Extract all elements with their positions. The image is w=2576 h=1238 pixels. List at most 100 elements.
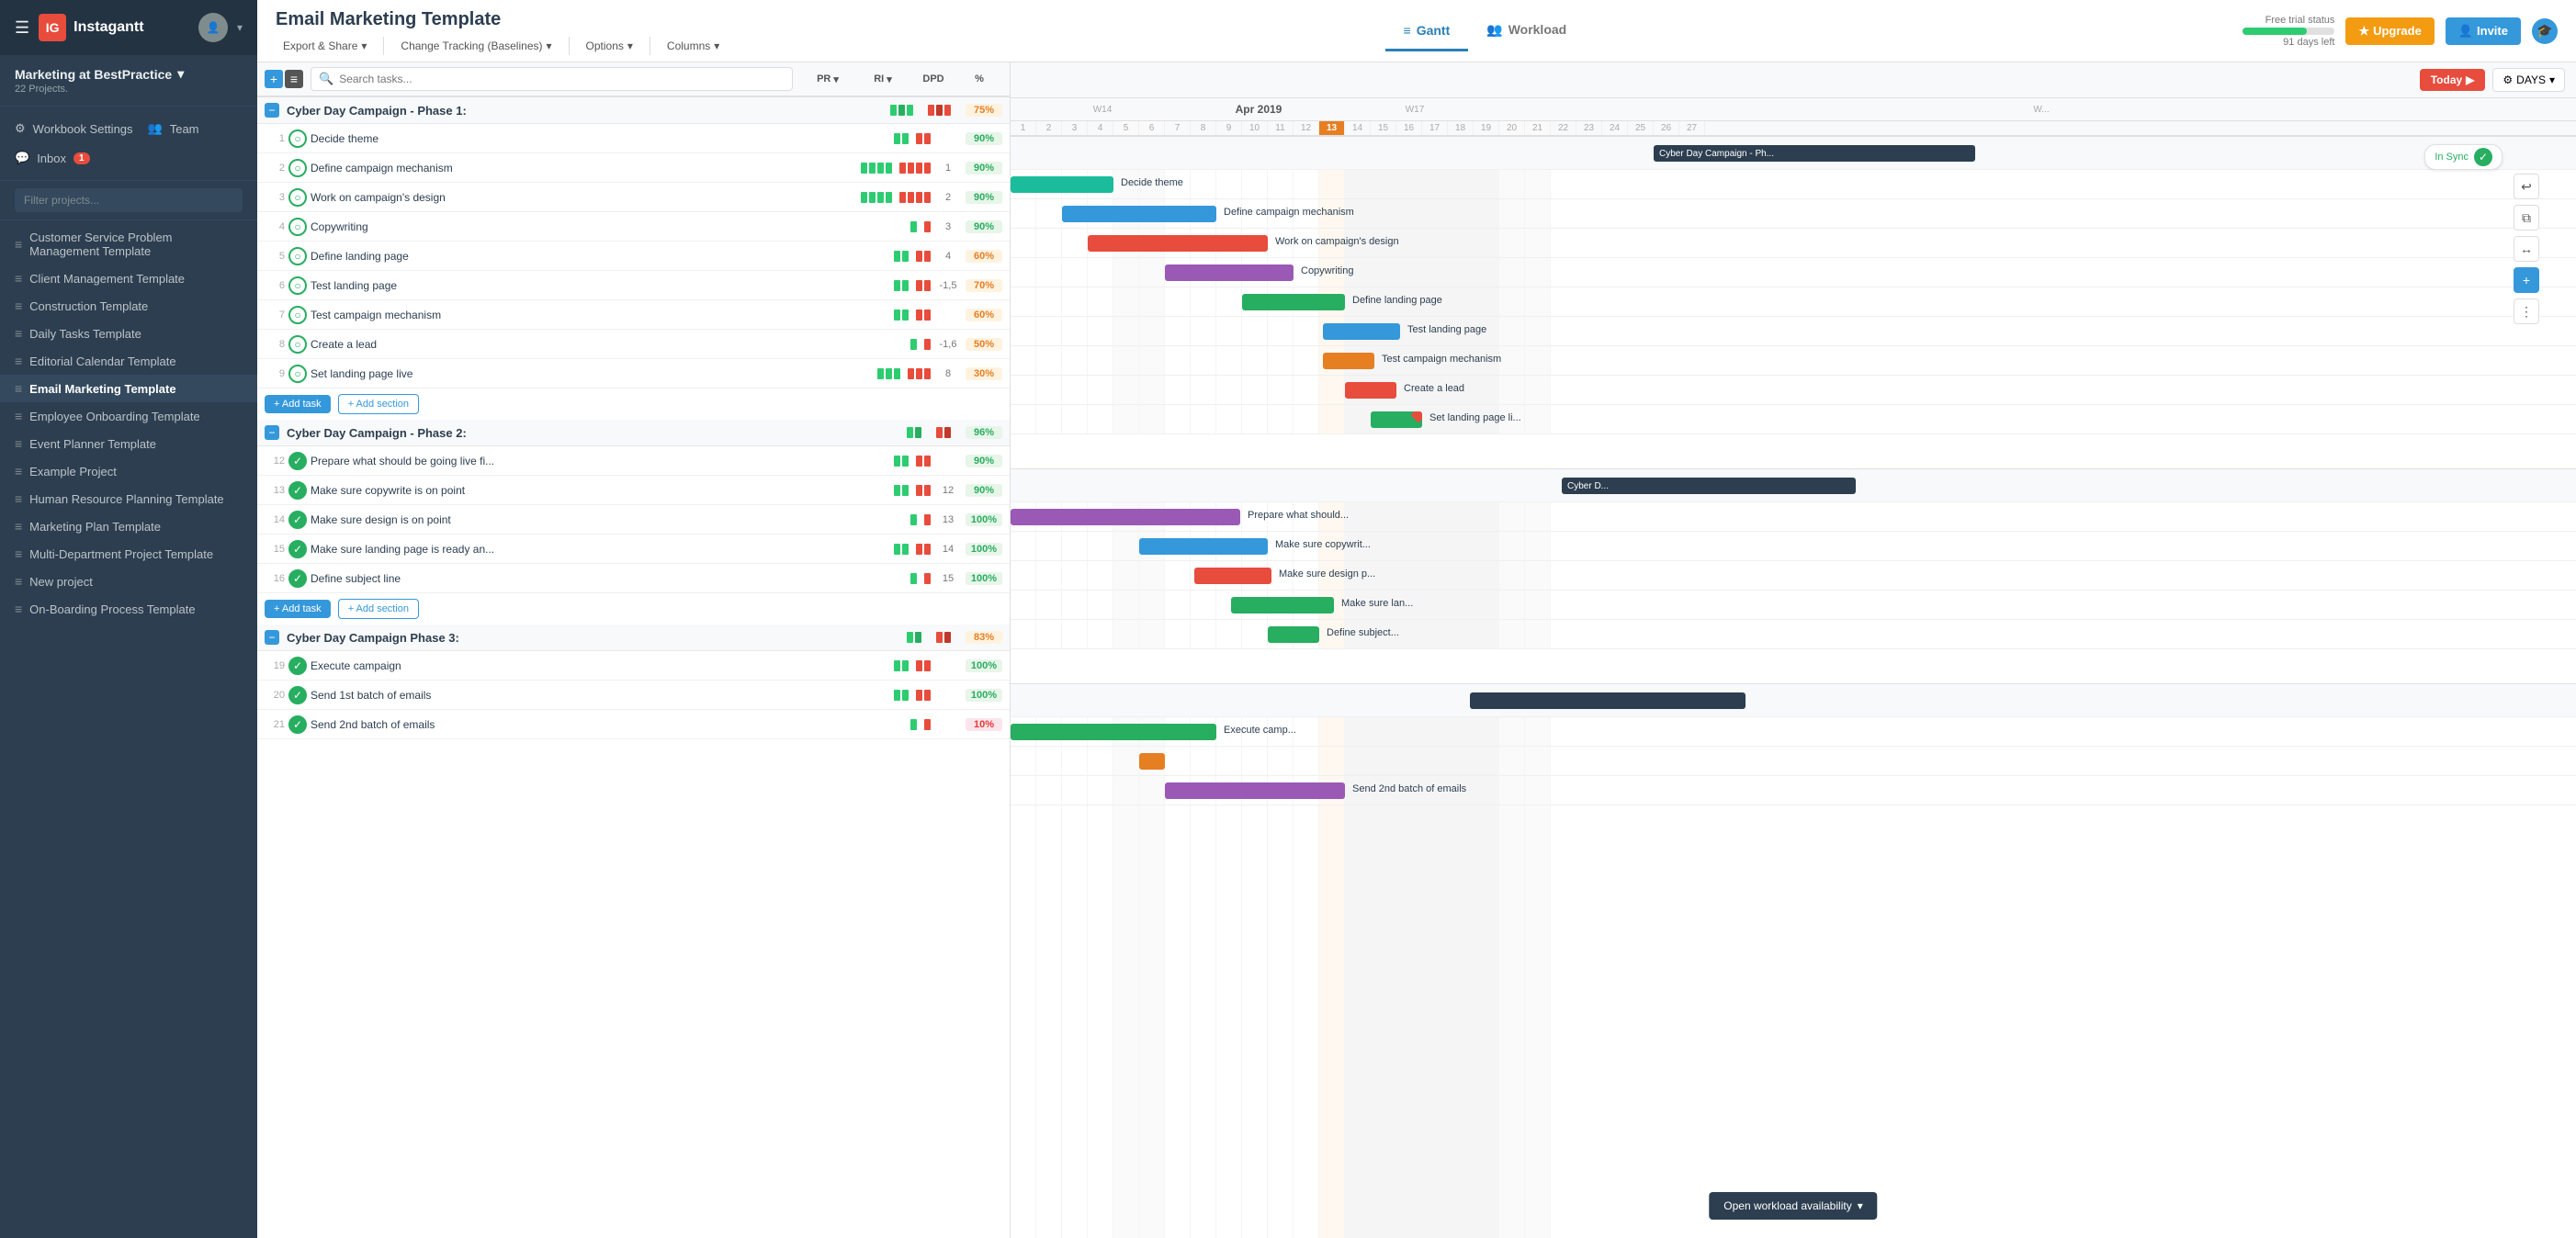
task-name[interactable]: Send 2nd batch of emails [311, 718, 907, 731]
task-check[interactable]: ✓ [288, 686, 307, 704]
task-check[interactable]: ○ [288, 247, 307, 265]
task14-bar[interactable] [1194, 568, 1271, 584]
task-check[interactable]: ✓ [288, 540, 307, 558]
task8-bar[interactable] [1345, 382, 1396, 399]
section-phase2-header[interactable]: − Cyber Day Campaign - Phase 2: 96% [257, 420, 1010, 446]
col-header-pr[interactable]: PR ▾ [800, 73, 855, 85]
search-input[interactable] [339, 73, 785, 85]
task-name[interactable]: Execute campaign [311, 659, 890, 672]
section-phase1-header[interactable]: − Cyber Day Campaign - Phase 1: 75% [257, 97, 1010, 124]
invite-button[interactable]: 👤 Invite [2446, 17, 2521, 45]
task-check[interactable]: ○ [288, 335, 307, 354]
upgrade-button[interactable]: ★ Upgrade [2345, 17, 2434, 45]
copy-icon[interactable]: ⧉ [2514, 205, 2539, 231]
tab-gantt[interactable]: ≡ Gantt [1385, 12, 1469, 51]
task-name[interactable]: Work on campaign's design [311, 191, 857, 204]
col-header-pct[interactable]: % [956, 73, 1002, 84]
task-check[interactable]: ✓ [288, 657, 307, 675]
add-task-gantt-icon[interactable]: + [2514, 267, 2539, 293]
task19-bar[interactable] [1011, 724, 1216, 740]
add-section-button-phase1[interactable]: + Add section [338, 394, 419, 414]
task3-bar[interactable] [1088, 235, 1268, 252]
task-name[interactable]: Test landing page [311, 279, 890, 292]
task6-bar[interactable] [1323, 323, 1400, 340]
more-icon[interactable]: ⋮ [2514, 298, 2539, 324]
task-check[interactable]: ○ [288, 306, 307, 324]
sidebar-item-marketing-plan[interactable]: ≡ Marketing Plan Template [0, 512, 257, 540]
task-name[interactable]: Test campaign mechanism [311, 309, 890, 321]
add-dep-icon[interactable]: ↔ [2514, 236, 2539, 262]
task-name[interactable]: Prepare what should be going live fi... [311, 455, 890, 467]
task-check[interactable]: ✓ [288, 715, 307, 734]
col-header-ri[interactable]: RI ▾ [855, 73, 910, 85]
days-button[interactable]: ⚙ DAYS ▾ [2492, 68, 2565, 92]
task-name[interactable]: Make sure landing page is ready an... [311, 543, 890, 556]
task-name[interactable]: Set landing page live [311, 367, 874, 380]
filter-projects-input[interactable] [15, 188, 243, 212]
task2-bar[interactable] [1062, 206, 1216, 222]
task12-bar[interactable] [1011, 509, 1240, 525]
phase1-collapse-icon[interactable]: − [265, 103, 279, 118]
task-check[interactable]: ✓ [288, 452, 307, 470]
task-name[interactable]: Define subject line [311, 572, 907, 585]
task-check[interactable]: ○ [288, 276, 307, 295]
task1-bar[interactable] [1011, 176, 1113, 193]
sidebar-item-new-project[interactable]: ≡ New project [0, 568, 257, 595]
sidebar-item-event-planner[interactable]: ≡ Event Planner Template [0, 430, 257, 457]
phase2-collapse-icon[interactable]: − [265, 425, 279, 440]
task-check[interactable]: ○ [288, 129, 307, 148]
undo-icon[interactable]: ↩ [2514, 174, 2539, 199]
task-name[interactable]: Define campaign mechanism [311, 162, 857, 174]
task-name[interactable]: Send 1st batch of emails [311, 689, 890, 702]
sidebar-item-client-management[interactable]: ≡ Client Management Template [0, 264, 257, 292]
sidebar-item-employee-onboarding[interactable]: ≡ Employee Onboarding Template [0, 402, 257, 430]
task7-bar[interactable] [1323, 353, 1374, 369]
help-button[interactable]: 🎓 [2532, 18, 2558, 44]
sidebar-chevron-icon[interactable]: ▾ [237, 21, 243, 34]
task-check[interactable]: ○ [288, 159, 307, 177]
task-name[interactable]: Decide theme [311, 132, 890, 145]
sidebar-item-construction[interactable]: ≡ Construction Template [0, 292, 257, 320]
task4-bar[interactable] [1165, 264, 1294, 281]
sidebar-item-customer-service[interactable]: ≡ Customer Service Problem Management Te… [0, 224, 257, 264]
sidebar-item-workbook-settings[interactable]: ⚙ Workbook Settings 👥 Team [0, 114, 257, 143]
task-name[interactable]: Make sure copywrite is on point [311, 484, 890, 497]
phase2-summary-bar[interactable]: Cyber D... [1562, 478, 1856, 494]
task5-bar[interactable] [1242, 294, 1345, 310]
add-section-button-phase2[interactable]: + Add section [338, 599, 419, 619]
task-check[interactable]: ✓ [288, 511, 307, 529]
task-check[interactable]: ✓ [288, 569, 307, 588]
sidebar-item-example-project[interactable]: ≡ Example Project [0, 457, 257, 485]
view-toggle-button[interactable]: ≡ [285, 70, 303, 88]
open-workload-button[interactable]: Open workload availability ▾ [1709, 1192, 1877, 1220]
sidebar-item-inbox[interactable]: 💬 Inbox 1 [0, 143, 257, 173]
sidebar-item-onboarding-process[interactable]: ≡ On-Boarding Process Template [0, 595, 257, 623]
change-tracking-button[interactable]: Change Tracking (Baselines) ▾ [393, 36, 559, 56]
sidebar-item-daily-tasks[interactable]: ≡ Daily Tasks Template [0, 320, 257, 347]
task9-bar[interactable] [1371, 411, 1422, 428]
search-box[interactable]: 🔍 [311, 67, 793, 91]
task21-bar[interactable] [1165, 782, 1345, 799]
workspace-name[interactable]: Marketing at BestPractice ▾ [15, 66, 243, 82]
task-check[interactable]: ○ [288, 188, 307, 207]
sidebar-item-multi-dept[interactable]: ≡ Multi-Department Project Template [0, 540, 257, 568]
task-name[interactable]: Make sure design is on point [311, 513, 907, 526]
sidebar-item-editorial[interactable]: ≡ Editorial Calendar Template [0, 347, 257, 375]
sidebar-item-hr-planning[interactable]: ≡ Human Resource Planning Template [0, 485, 257, 512]
task20-bar[interactable] [1139, 753, 1165, 770]
phase3-collapse-icon[interactable]: − [265, 630, 279, 645]
add-column-button[interactable]: + [265, 70, 283, 88]
sidebar-item-email-marketing[interactable]: ≡ Email Marketing Template [0, 375, 257, 402]
columns-button[interactable]: Columns ▾ [660, 36, 727, 56]
section-phase3-header[interactable]: − Cyber Day Campaign Phase 3: 83% [257, 625, 1010, 651]
task-check[interactable]: ✓ [288, 481, 307, 500]
task-check[interactable]: ○ [288, 365, 307, 383]
task15-bar[interactable] [1231, 597, 1334, 613]
task16-bar[interactable] [1268, 626, 1319, 643]
phase3-summary-bar[interactable] [1470, 692, 1746, 709]
col-header-dpd[interactable]: DPD [910, 73, 956, 84]
export-share-button[interactable]: Export & Share ▾ [276, 36, 374, 56]
today-button[interactable]: Today ▶ [2420, 69, 2486, 91]
options-button[interactable]: Options ▾ [579, 36, 640, 56]
user-avatar[interactable]: 👤 [198, 13, 228, 42]
